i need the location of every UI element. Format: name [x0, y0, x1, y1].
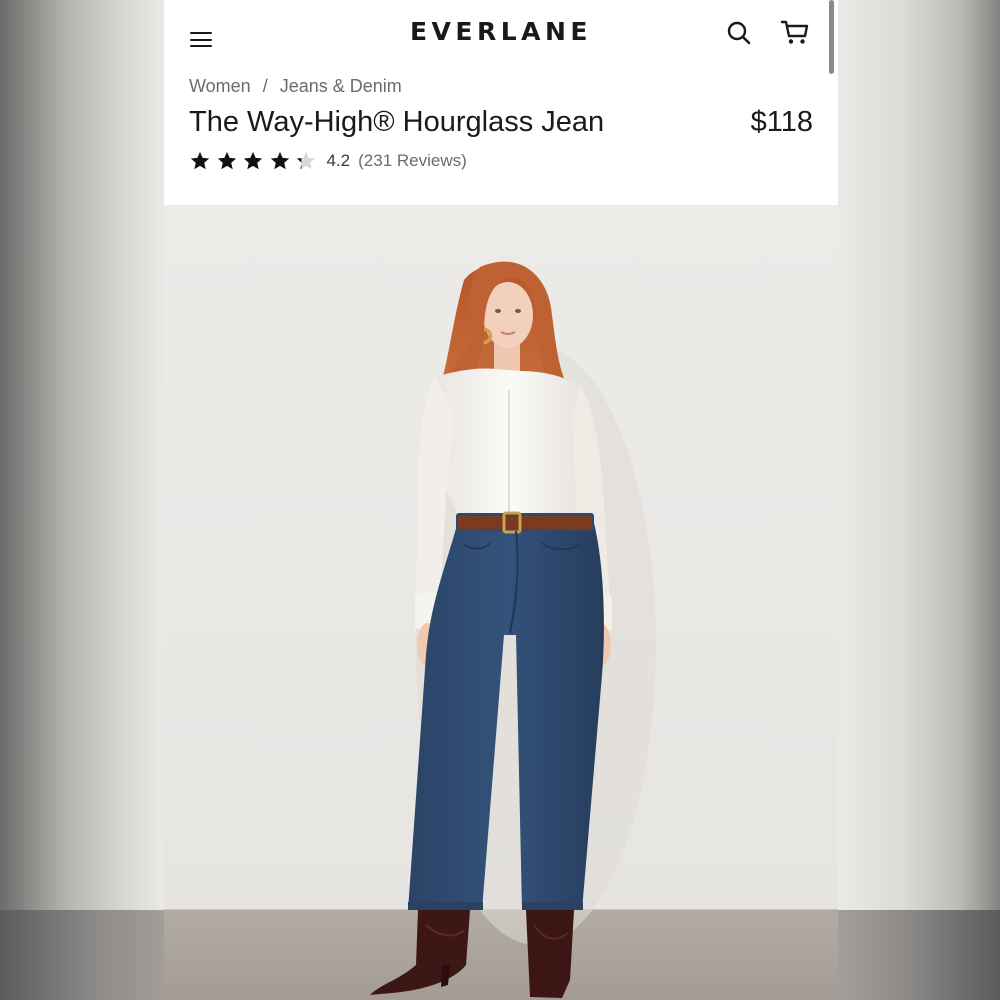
- rating-value: 4.2: [326, 151, 351, 170]
- page-header: EVERLANE Women / Jeans & Denim The Way-Hig…: [164, 0, 838, 205]
- review-count-link[interactable]: (231 Reviews): [358, 151, 467, 171]
- search-icon[interactable]: [726, 20, 752, 46]
- breadcrumb: Women / Jeans & Denim: [189, 76, 402, 97]
- breadcrumb-item-women[interactable]: Women: [189, 76, 251, 96]
- backdrop-floor-right: [838, 910, 1000, 1000]
- product-price: $118: [750, 106, 813, 138]
- product-rating[interactable]: 4.2 (231 Reviews): [189, 149, 467, 173]
- phone-screen: EVERLANE Women / Jeans & Denim The Way-Hig…: [164, 0, 838, 1000]
- product-hero-image[interactable]: [164, 205, 838, 1000]
- model-figure: [370, 261, 656, 998]
- shopping-cart-icon[interactable]: [780, 18, 810, 46]
- backdrop-right: [838, 0, 1000, 1000]
- breadcrumb-item-jeans-denim[interactable]: Jeans & Denim: [280, 76, 402, 96]
- star-partial-icon: [296, 151, 316, 170]
- breadcrumb-separator: /: [262, 76, 268, 96]
- scrollbar[interactable]: [829, 0, 834, 74]
- star-filled-icon: [243, 151, 263, 170]
- product-title: The Way-High® Hourglass Jean: [189, 106, 605, 138]
- star-filled-icon: [190, 151, 210, 170]
- backdrop-floor-left: [0, 910, 164, 1000]
- star-filled-icon: [270, 151, 289, 170]
- star-filled-icon: [217, 151, 236, 170]
- rating-stars: [189, 150, 322, 172]
